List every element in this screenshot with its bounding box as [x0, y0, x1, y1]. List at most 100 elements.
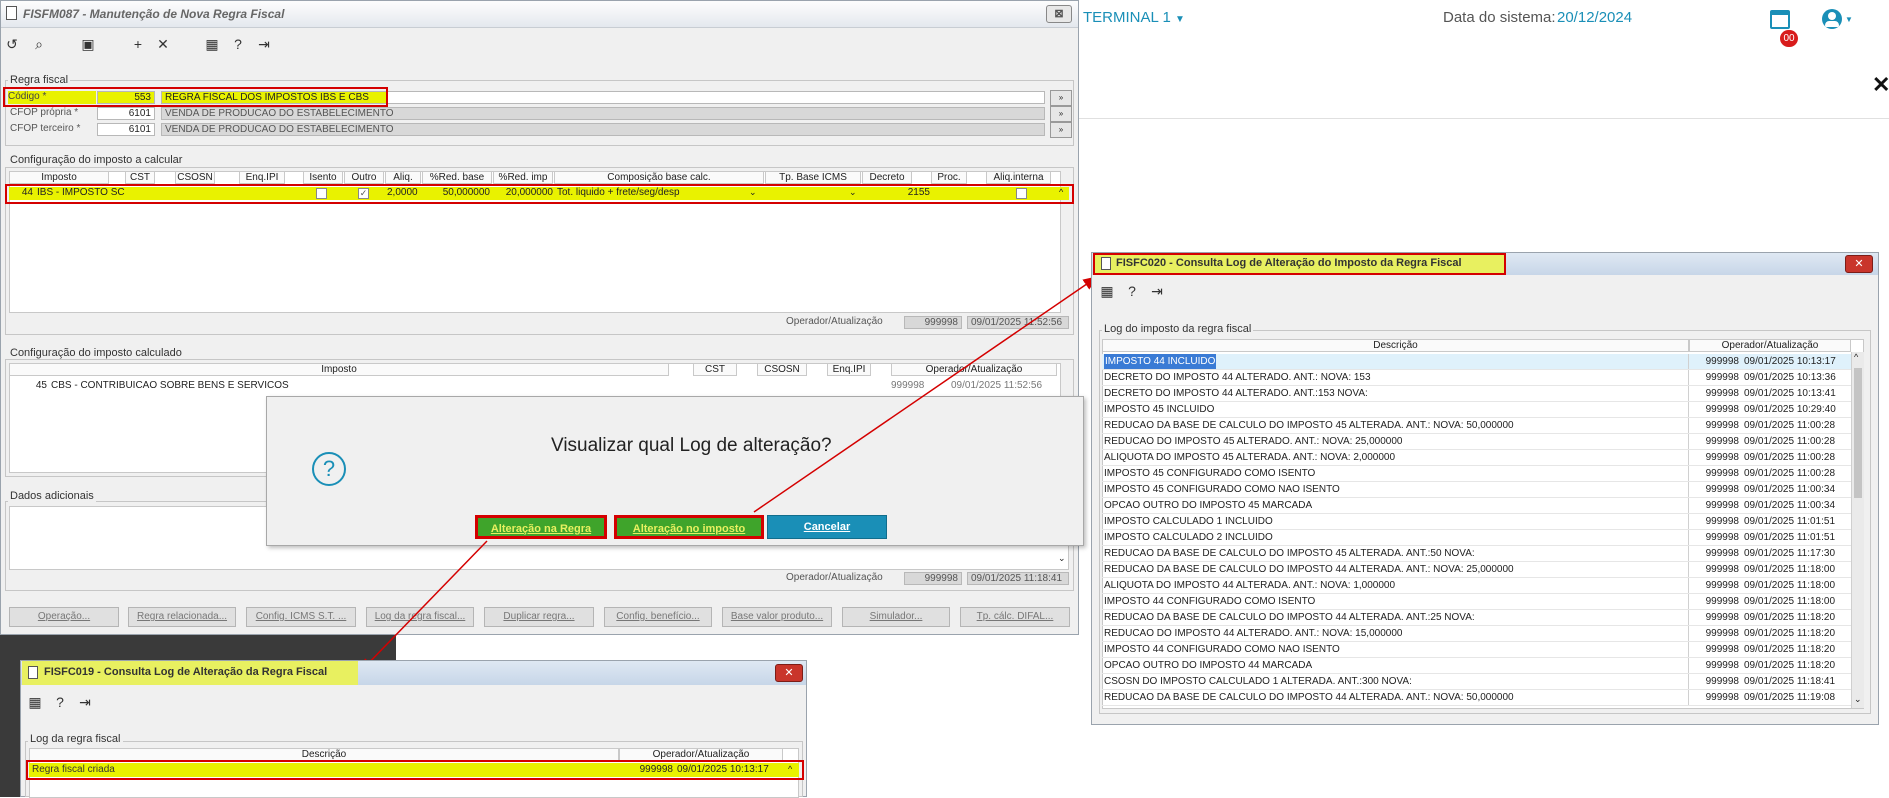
table-row[interactable]: IMPOSTO 45 INCLUIDO 999998 09/01/2025 10:2… — [1102, 402, 1851, 418]
table-row[interactable]: REDUCAO DA BASE DE CALCULO DO IMPOSTO 44… — [1102, 690, 1851, 706]
row-descricao: IMPOSTO 44 CONFIGURADO COMO NAO ISENTO — [1104, 644, 1340, 655]
row-atualizacao: 09/01/2025 11:00:28 — [1744, 436, 1836, 447]
table-row[interactable]: OPCAO OUTRO DO IMPOSTO 44 MARCADA 999998 0… — [1102, 658, 1851, 674]
table-row[interactable]: IMPOSTO 44 INCLUIDO 999998 09/01/2025 10:1… — [1102, 354, 1851, 370]
row-descricao: IMPOSTO CALCULADO 1 INCLUIDO — [1104, 516, 1273, 527]
row-descricao: REDUCAO DA BASE DE CALCULO DO IMPOSTO 44… — [1104, 612, 1475, 623]
row-operador: 999998 — [1705, 372, 1739, 383]
table-row[interactable]: OPCAO OUTRO DO IMPOSTO 45 MARCADA 999998 0… — [1102, 498, 1851, 514]
row-operador: 999998 — [1705, 436, 1739, 447]
fisfc020-group-label: Log do imposto da regra fiscal — [1102, 323, 1254, 335]
table-row[interactable]: IMPOSTO 45 CONFIGURADO COMO NAO ISENTO 99… — [1102, 482, 1851, 498]
row-descricao: REDUCAO DA BASE DE CALCULO DO IMPOSTO 45… — [1104, 420, 1514, 431]
row-atualizacao: 09/01/2025 11:00:34 — [1744, 484, 1836, 495]
row-operador: 999998 — [1705, 484, 1739, 495]
row-descricao: IMPOSTO CALCULADO 2 INCLUIDO — [1104, 532, 1273, 543]
row-operador: 999998 — [1705, 644, 1739, 655]
arrow-to-fisfc019 — [358, 540, 488, 674]
fisfc020-window: FISFC020 - Consulta Log de Alteração do … — [1091, 252, 1879, 725]
table-row[interactable]: REDUCAO DA BASE DE CALCULO DO IMPOSTO 44… — [1102, 562, 1851, 578]
row-operador: 999998 — [1705, 452, 1739, 463]
row-descricao: REDUCAO DA BASE DE CALCULO DO IMPOSTO 44… — [1104, 692, 1514, 703]
row-operador: 999998 — [1705, 596, 1739, 607]
row-atualizacao: 09/01/2025 11:18:20 — [1744, 628, 1836, 639]
row-atualizacao: 09/01/2025 10:29:40 — [1744, 404, 1836, 415]
row-operador: 999998 — [1705, 692, 1739, 703]
row-operador: 999998 — [1705, 628, 1739, 639]
row-atualizacao: 09/01/2025 10:13:36 — [1744, 372, 1836, 383]
row-atualizacao: 09/01/2025 11:18:00 — [1744, 564, 1836, 575]
calendar-icon[interactable]: ▦ — [1099, 283, 1115, 299]
row-atualizacao: 09/01/2025 11:18:20 — [1744, 660, 1836, 671]
row-operador: 999998 — [1705, 564, 1739, 575]
table-row[interactable]: IMPOSTO 44 CONFIGURADO COMO ISENTO 999998… — [1102, 594, 1851, 610]
table-row[interactable]: IMPOSTO CALCULADO 2 INCLUIDO 999998 09/01/… — [1102, 530, 1851, 546]
col-operador-atualizacao[interactable]: Operador/Atualização — [1689, 339, 1851, 352]
row-operador: 999998 — [1705, 676, 1739, 687]
row-descricao: REDUCAO DA BASE DE CALCULO DO IMPOSTO 45… — [1104, 548, 1475, 559]
row-descricao: IMPOSTO 44 CONFIGURADO COMO ISENTO — [1104, 596, 1316, 607]
fisfc020-close-button[interactable]: ✕ — [1845, 255, 1873, 273]
exit-icon[interactable]: ⇥ — [77, 694, 93, 710]
table-row[interactable]: CSOSN DO IMPOSTO CALCULADO 1 ALTERADA. A… — [1102, 674, 1851, 690]
row-descricao: DECRETO DO IMPOSTO 44 ALTERADO. ANT.: NO… — [1104, 372, 1371, 383]
row-atualizacao: 09/01/2025 11:00:28 — [1744, 452, 1836, 463]
exit-icon[interactable]: ⇥ — [1149, 283, 1165, 299]
row-atualizacao: 09/01/2025 11:01:51 — [1744, 516, 1836, 527]
row-descricao: REDUCAO DA BASE DE CALCULO DO IMPOSTO 44… — [1104, 564, 1514, 575]
row-descricao: REDUCAO DO IMPOSTO 45 ALTERADO. ANT.: NO… — [1104, 436, 1403, 447]
row-operador: 999998 — [1705, 356, 1739, 367]
row-operador: 999998 — [1705, 532, 1739, 543]
row-atualizacao: 09/01/2025 11:00:34 — [1744, 500, 1836, 511]
table-row[interactable]: REDUCAO DO IMPOSTO 44 ALTERADO. ANT.: NO… — [1102, 626, 1851, 642]
row-atualizacao: 09/01/2025 11:18:00 — [1744, 580, 1836, 591]
table-row[interactable]: IMPOSTO 45 CONFIGURADO COMO ISENTO 999998… — [1102, 466, 1851, 482]
calendar-icon[interactable]: ▦ — [27, 694, 43, 710]
scroll-down-icon[interactable]: ⌄ — [1854, 694, 1862, 705]
row-operador: 999998 — [1705, 468, 1739, 479]
table-row[interactable]: ALIQUOTA DO IMPOSTO 45 ALTERADA. ANT.: N… — [1102, 450, 1851, 466]
row-descricao: OPCAO OUTRO DO IMPOSTO 44 MARCADA — [1104, 660, 1313, 671]
fisfc019-row-annotation — [26, 760, 804, 780]
row-descricao: DECRETO DO IMPOSTO 44 ALTERADO. ANT.:153… — [1104, 388, 1368, 399]
scroll-up-icon[interactable]: ^ — [1854, 352, 1858, 362]
table-row[interactable]: ALIQUOTA DO IMPOSTO 44 ALTERADA. ANT.: N… — [1102, 578, 1851, 594]
col-descricao[interactable]: Descrição — [1102, 339, 1689, 352]
table-row[interactable]: DECRETO DO IMPOSTO 44 ALTERADO. ANT.: NO… — [1102, 370, 1851, 386]
row-operador: 999998 — [1705, 388, 1739, 399]
row-operador: 999998 — [1705, 420, 1739, 431]
row-operador: 999998 — [1705, 660, 1739, 671]
table-row[interactable]: DECRETO DO IMPOSTO 44 ALTERADO. ANT.:153… — [1102, 386, 1851, 402]
table-row[interactable]: REDUCAO DO IMPOSTO 45 ALTERADO. ANT.: NO… — [1102, 434, 1851, 450]
row-atualizacao: 09/01/2025 11:01:51 — [1744, 532, 1836, 543]
row-atualizacao: 09/01/2025 11:00:28 — [1744, 420, 1836, 431]
row-atualizacao: 09/01/2025 11:18:20 — [1744, 612, 1836, 623]
table-row[interactable]: IMPOSTO CALCULADO 1 INCLUIDO 999998 09/01/… — [1102, 514, 1851, 530]
row-operador: 999998 — [1705, 516, 1739, 527]
row-operador: 999998 — [1705, 500, 1739, 511]
row-atualizacao: 09/01/2025 11:18:00 — [1744, 596, 1836, 607]
fisfc020-title: FISFC020 - Consulta Log de Alteração do … — [1116, 257, 1462, 269]
row-operador: 999998 — [1705, 580, 1739, 591]
table-row[interactable]: REDUCAO DA BASE DE CALCULO DO IMPOSTO 44… — [1102, 610, 1851, 626]
table-row[interactable]: IMPOSTO 44 CONFIGURADO COMO NAO ISENTO 99… — [1102, 642, 1851, 658]
fisfc019-title: FISFC019 - Consulta Log de Alteração da … — [44, 666, 328, 678]
row-descricao: CSOSN DO IMPOSTO CALCULADO 1 ALTERADA. A… — [1104, 676, 1412, 687]
row-descricao: IMPOSTO 45 CONFIGURADO COMO ISENTO — [1104, 468, 1316, 479]
row-atualizacao: 09/01/2025 11:19:08 — [1744, 692, 1836, 703]
row-atualizacao: 09/01/2025 11:18:41 — [1744, 676, 1836, 687]
row-descricao: IMPOSTO 44 INCLUIDO — [1104, 354, 1217, 369]
row-descricao: ALIQUOTA DO IMPOSTO 45 ALTERADA. ANT.: N… — [1104, 452, 1396, 463]
fisfc020-scrollbar[interactable]: ^ ⌄ — [1851, 352, 1864, 708]
help-icon[interactable]: ? — [1124, 283, 1140, 299]
fisfc019-close-button[interactable]: ✕ — [775, 664, 803, 682]
scrollbar-thumb[interactable] — [1854, 368, 1862, 498]
row-descricao: IMPOSTO 45 INCLUIDO — [1104, 404, 1215, 415]
table-row[interactable]: REDUCAO DA BASE DE CALCULO DO IMPOSTO 45… — [1102, 418, 1851, 434]
row-atualizacao: 09/01/2025 10:13:41 — [1744, 388, 1836, 399]
row-atualizacao: 09/01/2025 11:18:20 — [1744, 644, 1836, 655]
fisfc019-window: FISFC019 - Consulta Log de Alteração da … — [20, 660, 807, 798]
help-icon[interactable]: ? — [52, 694, 68, 710]
table-row[interactable]: REDUCAO DA BASE DE CALCULO DO IMPOSTO 45… — [1102, 546, 1851, 562]
row-atualizacao: 09/01/2025 11:17:30 — [1744, 548, 1836, 559]
